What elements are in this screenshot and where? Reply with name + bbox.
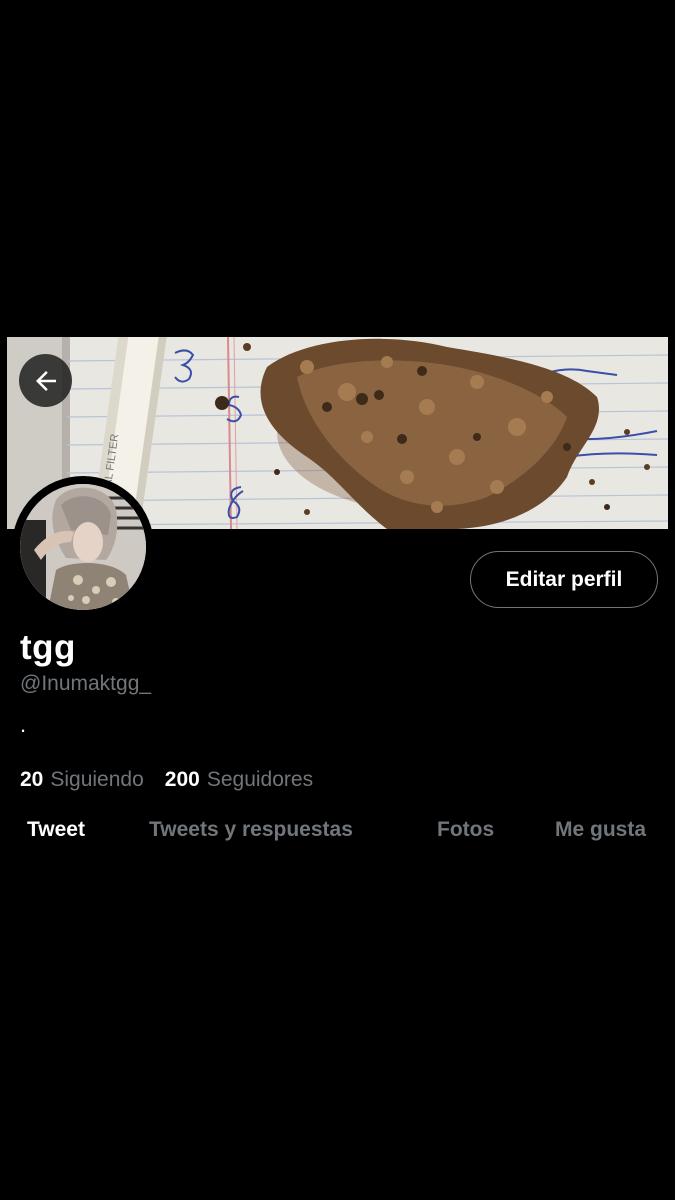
following-label: Siguiendo [50,768,144,791]
profile-stats: 20 Siguiendo 200 Seguidores [20,768,334,792]
display-name: tgg [20,628,76,667]
profile-avatar[interactable] [16,480,150,614]
profile-bio: . [20,712,27,737]
followers-label: Seguidores [206,768,314,791]
profile-screen: AL FILTER Editar perfil tgg @Inumaktgg_ … [0,0,675,1200]
tab-likes[interactable]: Me gusta [555,818,646,842]
tab-tweet[interactable]: Tweet [27,818,85,842]
avatar-photo [20,484,146,610]
tab-tweets-and-replies[interactable]: Tweets y respuestas [149,818,353,842]
followers-count: 200 [164,768,200,791]
following-stat[interactable]: 20 Siguiendo [20,768,144,792]
following-count: 20 [20,768,44,791]
followers-stat[interactable]: 200 Seguidores [165,768,313,792]
user-handle: @Inumaktgg_ [20,672,152,695]
profile-tabs: Tweet Tweets y respuestas Fotos Me gusta [0,818,675,850]
arrow-left-icon [35,370,56,391]
edit-profile-button[interactable]: Editar perfil [470,551,658,608]
back-button[interactable] [19,354,72,407]
tab-photos[interactable]: Fotos [437,818,494,842]
